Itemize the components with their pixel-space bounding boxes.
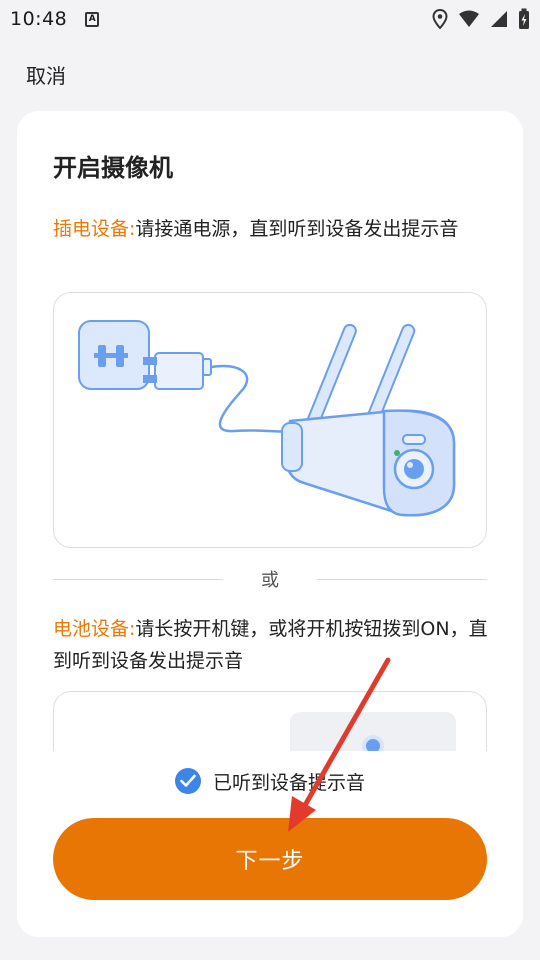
page-title: 开启摄像机 (53, 154, 173, 182)
heard-prompt-checkbox-row[interactable]: 已听到设备提示音 (17, 766, 523, 796)
status-bar: 10:48 A (0, 0, 540, 38)
or-label: 或 (261, 570, 279, 591)
heard-prompt-label[interactable]: 已听到设备提示音 (213, 768, 365, 795)
battery-charging-icon (519, 8, 529, 29)
setup-card: 开启摄像机 插电设备:请接通电源，直到听到设备发出提示音 或 电池设备:请长按开… (17, 111, 523, 937)
next-button[interactable]: 下一步 (53, 818, 487, 900)
signal-icon (491, 11, 507, 27)
location-icon (432, 9, 448, 29)
divider-line-left (53, 578, 223, 580)
status-time: 10:48 (10, 8, 68, 30)
status-icons (432, 8, 530, 30)
plug-in-illustration (53, 292, 487, 548)
battery-label: 电池设备: (53, 618, 136, 640)
checkbox-checked-icon[interactable] (174, 768, 201, 794)
plug-in-instruction: 插电设备:请接通电源，直到听到设备发出提示音 (53, 213, 493, 245)
battery-instruction: 电池设备:请长按开机键，或将开机按钮拨到ON，直到听到设备发出提示音 (53, 613, 493, 677)
plug-in-label: 插电设备: (53, 218, 136, 240)
cancel-button[interactable]: 取消 (26, 60, 66, 89)
font-a-icon: A (85, 11, 100, 27)
wifi-icon (459, 10, 479, 27)
camera-plug-illustration (78, 320, 456, 517)
divider-line-right (317, 578, 487, 580)
plug-in-text: 请接通电源，直到听到设备发出提示音 (135, 218, 459, 240)
or-divider: 或 (53, 567, 487, 591)
